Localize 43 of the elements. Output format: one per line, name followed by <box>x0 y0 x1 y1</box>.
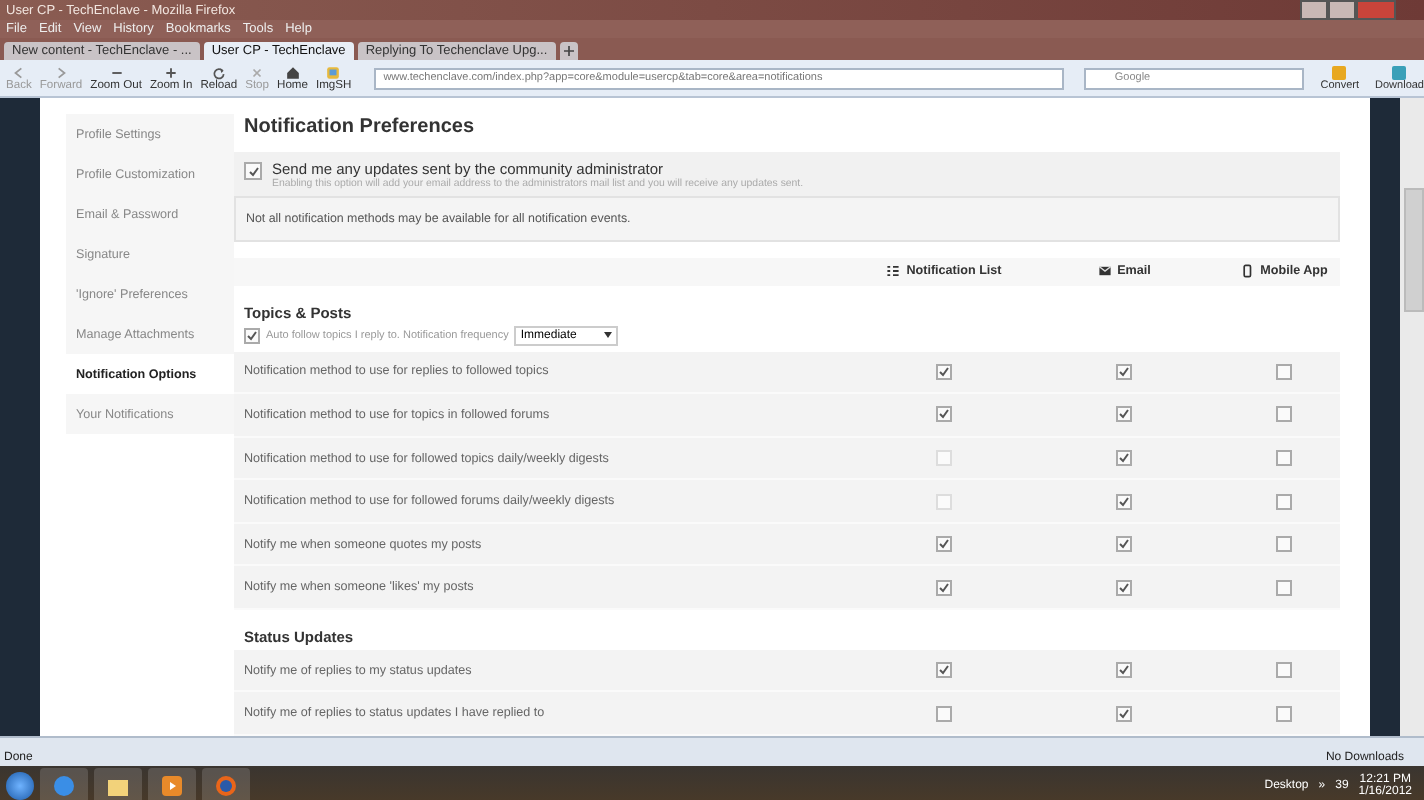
checkbox[interactable] <box>936 363 952 380</box>
taskbar-icon[interactable] <box>202 768 250 800</box>
checkbox[interactable] <box>936 705 952 722</box>
checkbox[interactable] <box>936 406 952 423</box>
picture-icon <box>326 65 341 79</box>
checkbox[interactable] <box>1276 579 1292 596</box>
checkbox[interactable] <box>1116 579 1132 596</box>
page-heading: Notification Preferences <box>242 114 477 142</box>
checkbox[interactable] <box>1276 536 1292 553</box>
checkbox[interactable] <box>1276 493 1292 510</box>
stop-icon <box>250 65 265 79</box>
checkbox[interactable] <box>244 162 262 180</box>
checkbox[interactable] <box>1276 662 1292 679</box>
caret-icon <box>604 332 613 339</box>
taskbar-icon[interactable] <box>94 768 142 800</box>
checkbox[interactable] <box>1276 705 1292 722</box>
start-button[interactable] <box>6 772 34 800</box>
new-tab-button[interactable] <box>559 42 578 60</box>
checkbox[interactable] <box>936 662 952 679</box>
minimize-button[interactable] <box>1300 0 1328 20</box>
taskbar-icon[interactable] <box>148 768 196 800</box>
maximize-button[interactable] <box>1328 0 1356 20</box>
checkbox[interactable] <box>1116 536 1132 553</box>
home-icon <box>285 65 300 79</box>
checkbox[interactable] <box>1276 406 1292 423</box>
checkbox[interactable] <box>936 579 952 596</box>
phone-icon <box>1240 264 1255 279</box>
envelope-icon <box>1097 264 1112 279</box>
checkbox[interactable] <box>1116 493 1132 510</box>
checkbox[interactable] <box>1116 406 1132 423</box>
checkbox[interactable] <box>1116 363 1132 380</box>
checkbox[interactable] <box>936 536 952 553</box>
checkbox[interactable] <box>1276 363 1292 380</box>
checkbox[interactable] <box>1276 450 1292 467</box>
list-icon <box>886 264 901 279</box>
plus-icon <box>164 65 179 79</box>
scrollbar[interactable] <box>1400 98 1424 736</box>
checkbox[interactable] <box>1116 705 1132 722</box>
checkbox[interactable] <box>1116 450 1132 467</box>
checkbox[interactable] <box>1116 662 1132 679</box>
checkbox[interactable] <box>244 327 260 344</box>
reload-icon <box>211 65 226 79</box>
taskbar-icon[interactable] <box>40 768 88 800</box>
